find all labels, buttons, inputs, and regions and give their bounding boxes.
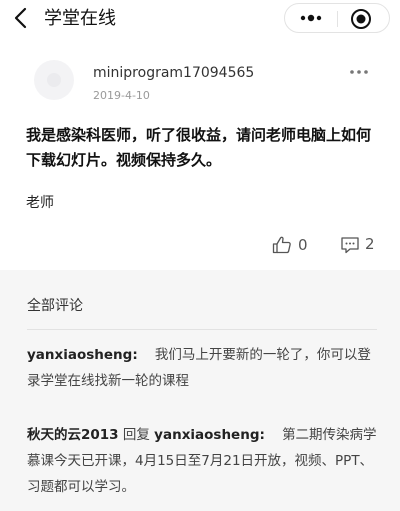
more-menu-button[interactable]: [297, 7, 325, 29]
comment-icon: [341, 237, 359, 254]
comments-section: 全部评论 yanxiaosheng: 我们马上开要新的一轮了，你可以登录学堂在线…: [0, 276, 400, 511]
comments-header: 全部评论: [27, 298, 83, 314]
target-icon: [351, 9, 371, 29]
more-dots-icon: [300, 14, 322, 22]
comment-item[interactable]: yanxiaosheng: 我们马上开要新的一轮了，你可以登录学堂在线找新一轮的…: [27, 342, 377, 394]
like-count: 0: [298, 236, 308, 254]
post-more-button[interactable]: [348, 62, 370, 74]
capsule-divider: [337, 11, 338, 27]
more-dots-icon: [350, 70, 368, 74]
post-date: 2019-4-10: [93, 89, 150, 102]
close-mini-program-button[interactable]: [350, 8, 372, 30]
comment-item[interactable]: 秋天的云2013 回复 yanxiaosheng: 第二期传染病学慕课今天已开课…: [27, 422, 377, 500]
chevron-left-icon: [14, 7, 27, 29]
comment-count: 2: [365, 235, 375, 253]
avatar[interactable]: [34, 60, 74, 100]
mini-program-capsule: [284, 3, 390, 33]
reply-to-author[interactable]: yanxiaosheng:: [154, 427, 265, 443]
comments-divider: [27, 329, 377, 330]
post-card: miniprogram17094565 2019-4-10 我是感染科医师，听了…: [0, 38, 400, 270]
post-username[interactable]: miniprogram17094565: [93, 64, 254, 82]
post-body: 我是感染科医师，听了很收益，请问老师电脑上如何下载幻灯片。视频保持多久。: [26, 126, 372, 169]
post-signature: 老师: [26, 195, 54, 211]
page-title: 学堂在线: [44, 8, 116, 29]
reply-label: 回复: [122, 427, 150, 443]
navigation-bar: 学堂在线: [0, 0, 400, 38]
comment-author[interactable]: 秋天的云2013: [27, 427, 119, 443]
thumbs-up-icon: [272, 236, 291, 254]
comment-author[interactable]: yanxiaosheng:: [27, 347, 138, 363]
back-button[interactable]: [10, 6, 34, 30]
